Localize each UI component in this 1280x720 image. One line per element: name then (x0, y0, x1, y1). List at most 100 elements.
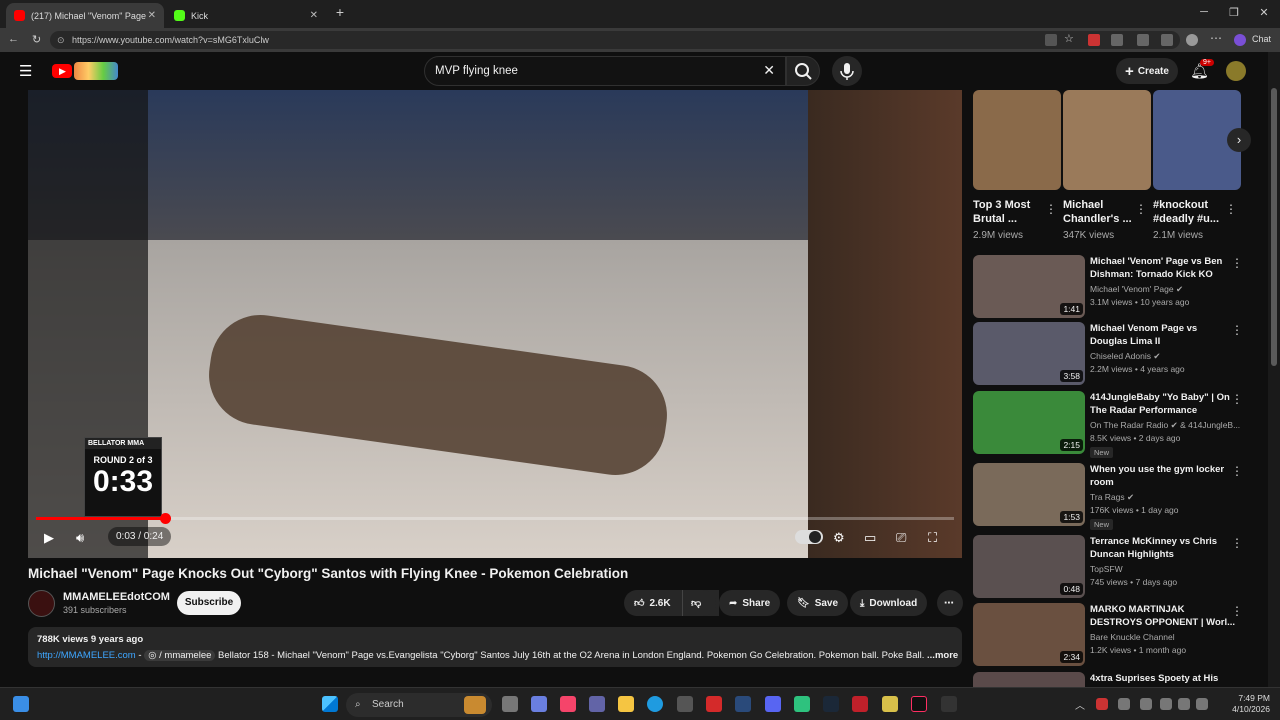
voice-search-button[interactable] (832, 56, 862, 86)
account-avatar[interactable] (1226, 61, 1246, 81)
show-more-link[interactable]: ...more (927, 650, 958, 661)
subscribe-button[interactable]: Subscribe (177, 591, 241, 615)
recommended-video[interactable]: 2:15 414JungleBaby "Yo Baby" | On The Ra… (973, 391, 1243, 458)
search-button[interactable] (786, 56, 820, 86)
widgets-icon[interactable] (13, 696, 29, 712)
favorites-icon[interactable] (1161, 34, 1173, 46)
cast-icon[interactable]: ⎚ (896, 530, 906, 546)
refresh-icon[interactable]: ↻ (32, 33, 41, 46)
taskbar-search[interactable]: ⌕ Search (346, 693, 492, 717)
adobe-icon[interactable] (852, 696, 868, 712)
windows-start-icon[interactable] (322, 696, 338, 712)
onedrive-icon[interactable] (1118, 698, 1130, 710)
recommended-video[interactable]: 0:48 Terrance McKinney vs Chris Duncan H… (973, 535, 1243, 599)
copilot-app-icon[interactable] (531, 696, 547, 712)
window-close-icon[interactable]: ✕ (1254, 6, 1274, 19)
tiktok-icon[interactable] (911, 696, 927, 712)
channel-handle-chip[interactable]: ◎ / mmamelee (144, 650, 216, 661)
recommended-video[interactable]: 1:53 When you use the gym locker room Tr… (973, 463, 1243, 530)
recommended-video[interactable]: 1:41 Michael 'Venom' Page vs Ben Dishman… (973, 255, 1243, 319)
valorant-icon[interactable] (735, 696, 751, 712)
description-link[interactable]: http://MMAMELEE.com (37, 650, 136, 661)
close-tab-icon[interactable]: ✕ (148, 10, 156, 21)
clear-search-icon[interactable]: ✕ (763, 62, 775, 79)
l-app-icon[interactable] (706, 696, 722, 712)
video-player[interactable]: BELLATOR MMA ROUND 2 of 3 0:33 ▶ 🔊︎ 0:03… (28, 90, 962, 558)
browser-tab-youtube[interactable]: (217) Michael "Venom" Page Knoc ✕ (6, 3, 164, 28)
restore-icon[interactable]: ❐ (1224, 6, 1244, 19)
terminal-icon[interactable] (941, 696, 957, 712)
browser-tab-kick[interactable]: Kick ✕ (166, 3, 326, 28)
copilot-icon[interactable] (1234, 34, 1246, 46)
more-vertical-icon[interactable]: ⋮ (1231, 256, 1243, 270)
more-vertical-icon[interactable]: ⋮ (1231, 536, 1243, 550)
channel-avatar[interactable] (28, 590, 55, 617)
new-tab-icon[interactable]: + (330, 4, 350, 20)
short-card[interactable]: #knockout #deadly #u... 2.1M views ⋮ (1153, 90, 1241, 241)
minimize-icon[interactable]: ─ (1194, 6, 1214, 18)
more-vertical-icon[interactable]: ⋮ (1225, 202, 1237, 216)
extension-icon[interactable] (1088, 34, 1100, 46)
download-button[interactable]: ⤓ Download (850, 590, 928, 616)
volume-icon[interactable]: 🔊︎ (76, 530, 84, 546)
more-vertical-icon[interactable]: ⋮ (1135, 202, 1147, 216)
site-info-icon[interactable]: ⊙ (57, 31, 65, 49)
autoplay-toggle[interactable] (795, 530, 823, 544)
save-button[interactable]: 🔖︎ Save (787, 590, 849, 616)
more-vertical-icon[interactable]: ⋮ (1231, 392, 1243, 406)
battery-icon[interactable] (1196, 698, 1208, 710)
chat-label[interactable]: Chat (1252, 34, 1271, 44)
settings-gear-icon[interactable]: ⚙ (833, 530, 845, 546)
search-input[interactable]: MVP flying knee ✕ (424, 56, 786, 86)
more-vertical-icon[interactable]: ⋮ (1231, 464, 1243, 478)
dislike-button[interactable]: 👎︎ (682, 590, 716, 616)
channel-name[interactable]: MMAMELEEdotCOM (63, 591, 170, 603)
create-button[interactable]: + Create (1116, 58, 1178, 84)
menu-hamburger-icon[interactable]: ☰ (19, 62, 32, 80)
split-screen-icon[interactable] (1137, 34, 1149, 46)
chevron-right-icon[interactable]: › (1227, 128, 1251, 152)
fullscreen-icon[interactable]: ⛶ (928, 530, 937, 546)
extensions-icon[interactable] (1111, 34, 1123, 46)
theater-mode-icon[interactable]: ▭ (864, 530, 876, 546)
steam-icon[interactable] (823, 696, 839, 712)
file-explorer-icon[interactable] (618, 696, 634, 712)
more-vertical-icon[interactable]: ⋮ (1231, 604, 1243, 618)
scrollbar-thumb[interactable] (1271, 88, 1277, 366)
more-menu-icon[interactable]: ⋯ (1210, 31, 1222, 45)
page-scrollbar[interactable] (1268, 52, 1280, 687)
recommended-video[interactable]: 4xtra Suprises Spoety at His (973, 672, 1243, 687)
microphone-tray-icon[interactable] (1140, 698, 1152, 710)
short-card[interactable]: Top 3 Most Brutal ... 2.9M views ⋮ (973, 90, 1061, 241)
more-vertical-icon[interactable]: ⋮ (1231, 323, 1243, 337)
favorite-star-icon[interactable]: ☆ (1064, 32, 1076, 45)
short-card[interactable]: Michael Chandler's ... 347K views ⋮ (1063, 90, 1151, 241)
more-actions-button[interactable]: ⋯ (937, 590, 963, 616)
teams-icon[interactable] (589, 696, 605, 712)
notifications-button[interactable]: 🔔︎ 9+ (1190, 59, 1214, 80)
more-vertical-icon[interactable]: ⋮ (1045, 202, 1057, 216)
game-launcher-icon[interactable] (882, 696, 898, 712)
music-app-icon[interactable] (560, 696, 576, 712)
recommended-video[interactable]: 2:34 MARKO MARTINJAK DESTROYS OPPONENT |… (973, 603, 1243, 667)
description-box[interactable]: 788K views 9 years ago http://MMAMELEE.c… (28, 627, 962, 667)
recommended-video[interactable]: 3:58 Michael Venom Page vs Douglas Lima … (973, 322, 1243, 386)
share-button[interactable]: ➦ Share (719, 590, 781, 616)
task-view-icon[interactable] (502, 696, 518, 712)
app-available-icon[interactable] (1045, 34, 1057, 46)
progress-scrubber[interactable] (159, 513, 171, 524)
wifi-icon[interactable] (1160, 698, 1172, 710)
system-clock[interactable]: 7:49 PM 4/10/2026 (1232, 693, 1270, 715)
edge-icon[interactable] (647, 696, 663, 712)
tray-chevron-icon[interactable]: ︿ (1075, 697, 1085, 712)
volume-tray-icon[interactable] (1178, 698, 1190, 710)
store-icon[interactable] (677, 696, 693, 712)
back-icon[interactable]: ← (8, 33, 19, 45)
progress-bar[interactable] (36, 513, 954, 524)
doodle-logo-icon[interactable] (74, 62, 118, 80)
close-tab-icon[interactable]: ✕ (310, 10, 318, 21)
profile-avatar-icon[interactable] (1186, 34, 1198, 46)
discord-icon[interactable] (765, 696, 781, 712)
play-icon[interactable]: ▶ (44, 530, 54, 546)
youtube-logo-icon[interactable]: ▶ (52, 64, 72, 78)
